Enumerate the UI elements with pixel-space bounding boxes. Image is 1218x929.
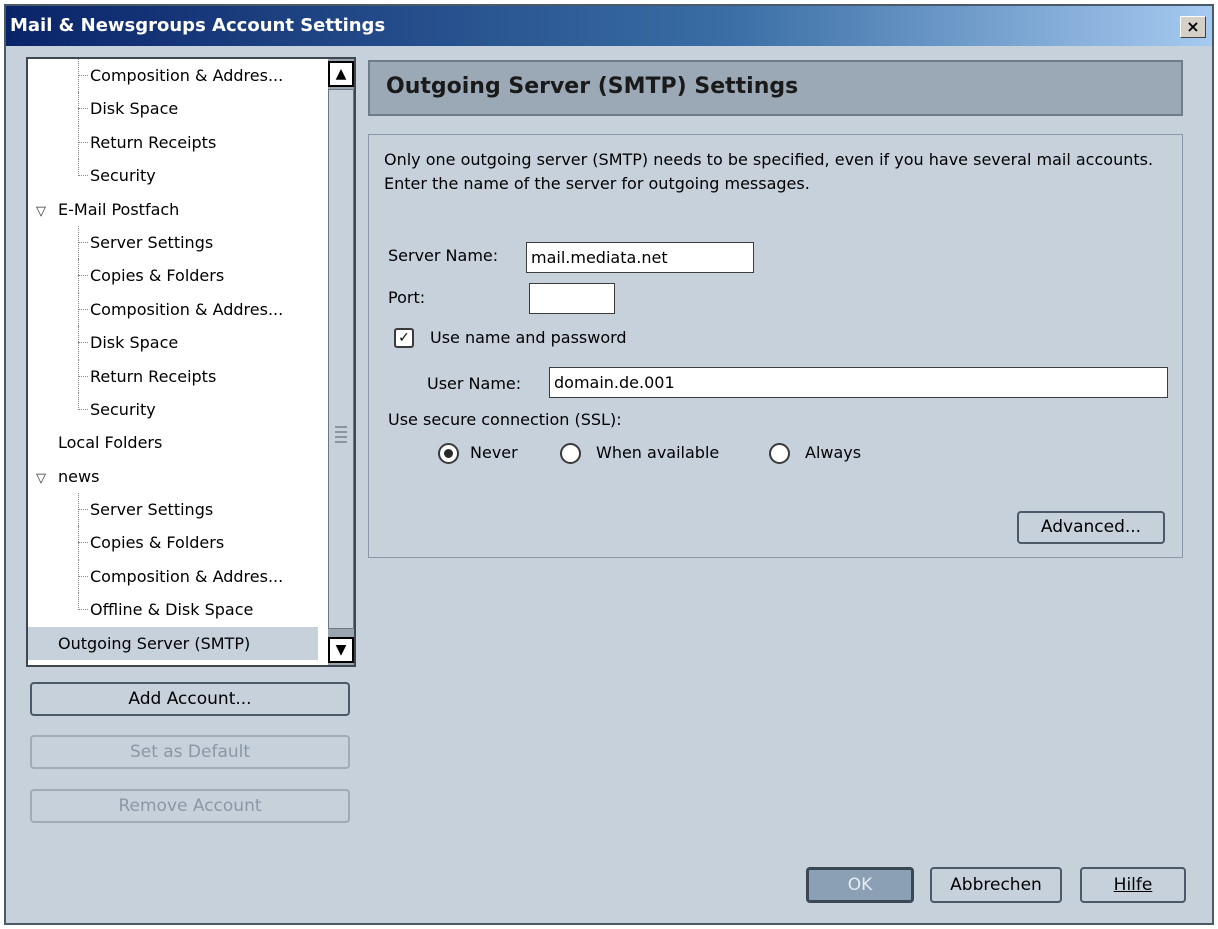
tree-item[interactable]: Security (28, 392, 318, 426)
tree-item-label: Composition & Addres... (90, 66, 284, 85)
tree-item-label: Disk Space (90, 333, 179, 353)
help-button-label: Hilfe (1113, 875, 1153, 895)
tree-item-label: Return Receipts (90, 366, 217, 386)
ssl-when-available-label[interactable]: When available (596, 443, 719, 462)
tree-item[interactable]: Composition & Addres... (28, 292, 318, 327)
panel-header: Outgoing Server (SMTP) Settings (368, 60, 1183, 116)
ssl-when-available-radio[interactable] (560, 443, 581, 464)
ssl-label: Use secure connection (SSL): (388, 410, 622, 429)
add-account-button[interactable]: Add Account... (30, 682, 350, 716)
tree-connector-line (78, 125, 79, 160)
tree-item-label: Copies & Folders (90, 533, 225, 553)
scroll-up-button[interactable]: ▲ (328, 61, 354, 87)
tree-item[interactable]: Server Settings (28, 493, 318, 527)
cancel-button[interactable]: Abbrechen (930, 867, 1062, 903)
server-name-input[interactable]: mail.mediata.net (526, 242, 754, 273)
account-tree[interactable]: Composition & Addres... Disk Space Return … (26, 57, 356, 667)
tree-item-label: news (58, 466, 100, 486)
tree-item-label: Return Receipts (90, 132, 217, 152)
tree-connector-line (78, 259, 79, 293)
ssl-never-radio[interactable] (438, 443, 459, 464)
account-tree-list: Composition & Addres... Disk Space Return … (28, 59, 318, 661)
user-name-label: User Name: (427, 374, 522, 393)
tree-item[interactable]: Copies & Folders (28, 526, 318, 560)
tree-item-label: Server Settings (90, 232, 214, 252)
tree-item-label: Composition & Addres... (90, 299, 284, 319)
expand-twisty-icon[interactable]: ▽ (36, 195, 58, 228)
window-title: Mail & Newsgroups Account Settings (10, 15, 386, 36)
tree-item-label: Disk Space (90, 99, 179, 119)
tree-item[interactable]: Server Settings (28, 225, 318, 260)
help-button[interactable]: Hilfe (1080, 867, 1186, 903)
title-bar[interactable]: Mail & Newsgroups Account Settings × (6, 6, 1212, 46)
ssl-always-radio[interactable] (769, 443, 790, 464)
tree-item-label: E-Mail Postfach (58, 199, 180, 219)
panel-title: Outgoing Server (SMTP) Settings (386, 74, 799, 99)
tree-item-label: Copies & Folders (90, 266, 225, 286)
tree-connector-line (78, 593, 79, 611)
tree-connector-line (78, 526, 79, 560)
tree-item[interactable]: Disk Space (28, 92, 318, 126)
tree-connector-line (78, 292, 79, 327)
tree-connector-line (78, 392, 79, 410)
tree-connector-line (78, 225, 79, 260)
tree-item[interactable]: Return Receipts (28, 125, 318, 160)
tree-connector-line (78, 159, 79, 177)
panel-description: Only one outgoing server (SMTP) needs to… (384, 150, 1154, 193)
tree-item[interactable]: Offline & Disk Space (28, 593, 318, 626)
tree-item-label: Local Folders (58, 433, 163, 453)
tree-connector-line (78, 326, 79, 360)
tree-item-label: Offline & Disk Space (90, 600, 254, 620)
tree-connector-line (78, 59, 79, 93)
scroll-down-button[interactable]: ▼ (328, 637, 354, 663)
use-name-password-checkbox[interactable]: ✓ (394, 328, 414, 348)
tree-item[interactable]: ▽ news (28, 460, 318, 493)
server-name-label: Server Name: (388, 246, 499, 265)
tree-item[interactable]: Outgoing Server (SMTP) (28, 626, 318, 661)
tree-item[interactable]: ▽ E-Mail Postfach (28, 193, 318, 226)
tree-item[interactable]: Security (28, 159, 318, 192)
advanced-button[interactable]: Advanced... (1017, 511, 1165, 544)
ssl-never-label[interactable]: Never (470, 443, 518, 462)
remove-account-button[interactable]: Remove Account (30, 789, 350, 823)
radio-selected-dot (444, 449, 453, 458)
port-label: Port: (388, 288, 426, 307)
tree-item[interactable]: Disk Space (28, 326, 318, 360)
tree-item-label: Server Settings (90, 500, 214, 520)
tree-item-label: Composition & Addres... (90, 566, 284, 586)
set-as-default-button[interactable]: Set as Default (30, 735, 350, 769)
tree-connector-line (78, 493, 79, 527)
tree-item-label: Outgoing Server (SMTP) (58, 633, 251, 653)
scroll-grip-icon (335, 426, 347, 446)
user-name-input[interactable]: domain.de.001 (549, 367, 1168, 398)
port-input[interactable] (529, 283, 615, 314)
tree-scrollbar[interactable]: ▲ ▼ (328, 59, 354, 665)
tree-item-label: Security (90, 399, 156, 419)
tree-connector-line (78, 359, 79, 393)
expand-twisty-icon[interactable]: ▽ (36, 462, 58, 495)
tree-item[interactable]: Composition & Addres... (28, 59, 318, 93)
scroll-thumb[interactable] (328, 89, 354, 629)
ssl-always-label[interactable]: Always (805, 443, 861, 462)
tree-connector-line (78, 92, 79, 126)
tree-item[interactable]: Return Receipts (28, 359, 318, 393)
close-button[interactable]: × (1180, 16, 1206, 38)
tree-item-label: Security (90, 166, 156, 186)
tree-item[interactable]: Local Folders (28, 426, 318, 459)
tree-item[interactable]: Composition & Addres... (28, 559, 318, 594)
ok-button[interactable]: OK (806, 867, 914, 903)
tree-connector-line (78, 559, 79, 594)
tree-item[interactable]: Copies & Folders (28, 259, 318, 293)
use-name-password-label[interactable]: Use name and password (430, 328, 627, 347)
